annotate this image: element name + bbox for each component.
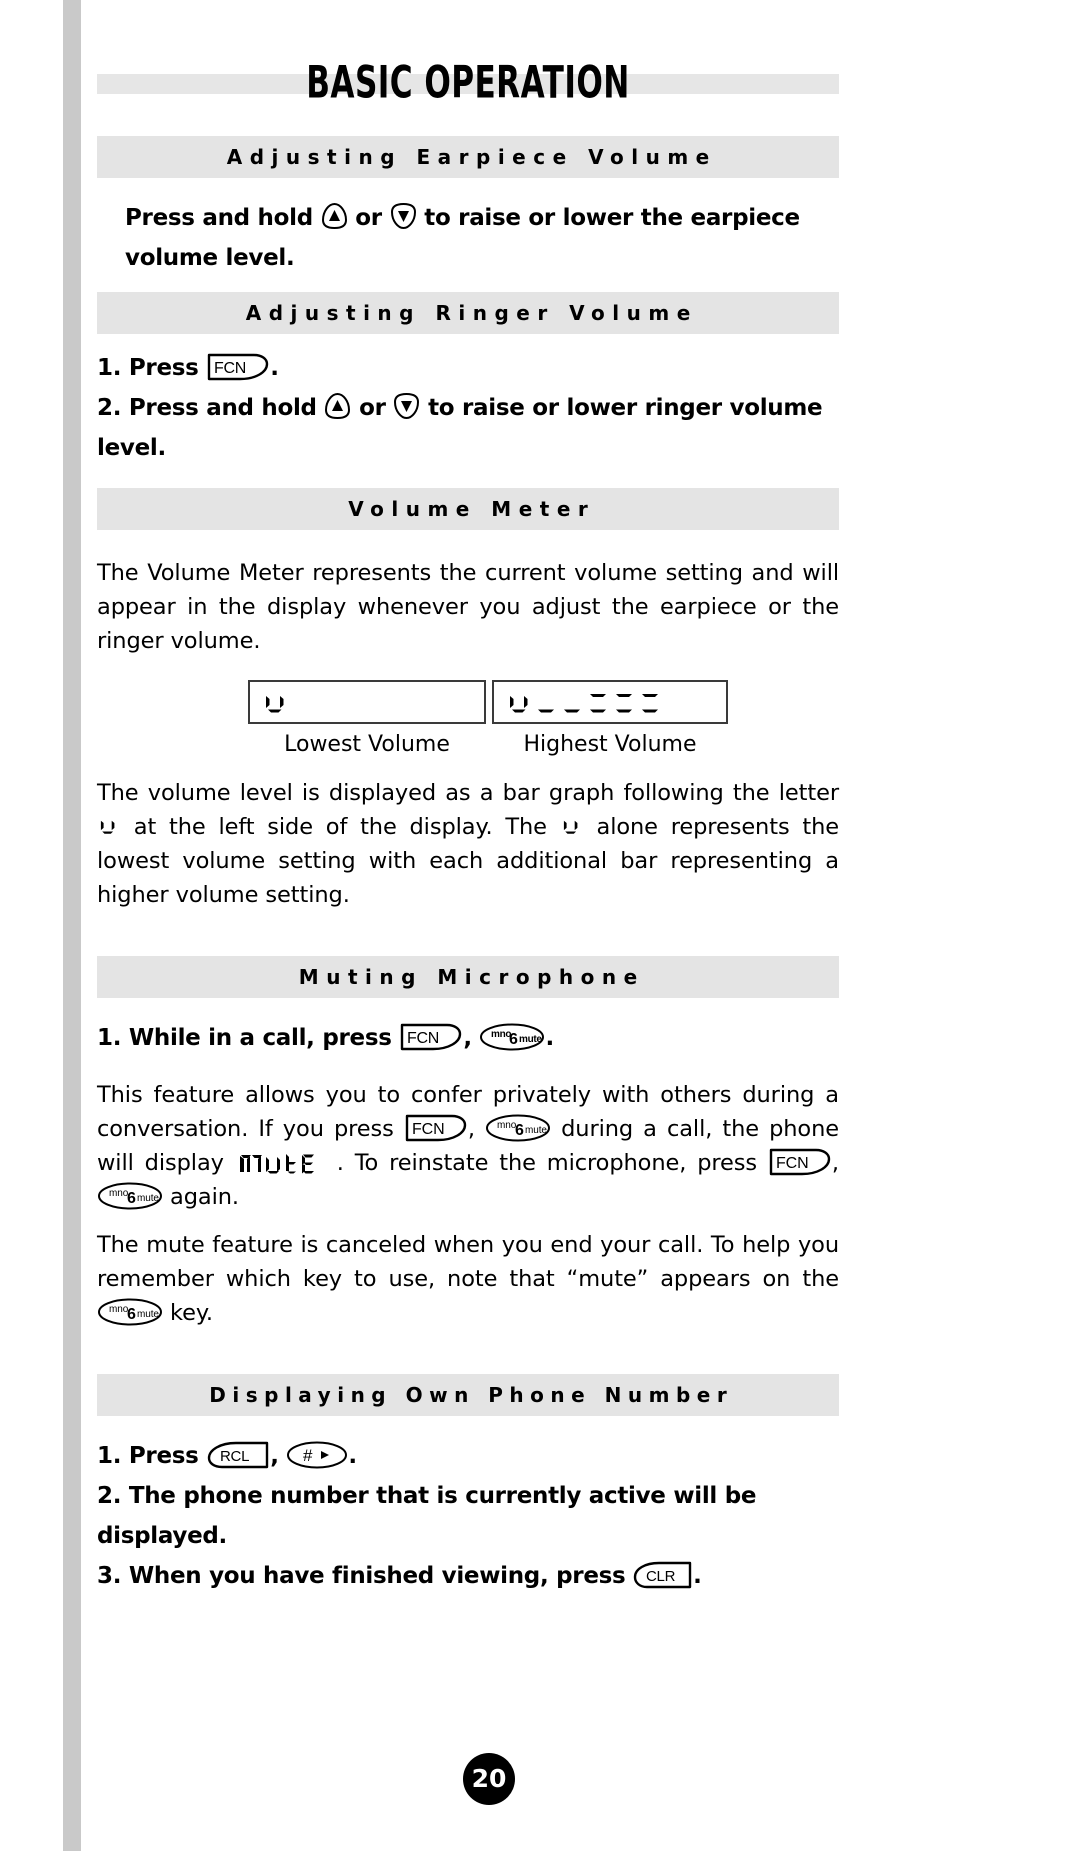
- clr-key-icon[interactable]: CLR: [633, 1560, 693, 1590]
- page-edge-shadow: [63, 0, 81, 1851]
- svg-text:mute: mute: [137, 1193, 159, 1204]
- pn-step1-text-1: 1. Press: [97, 1443, 207, 1469]
- ringer-step2-text-2: or: [351, 395, 394, 421]
- hash-key-icon[interactable]: #: [286, 1440, 348, 1470]
- page-title-block: BASIC OPERATION: [97, 56, 839, 110]
- pn-step3-text-2: .: [693, 1563, 702, 1589]
- earpiece-volume-instruction: Press and hold or to raise or lower the …: [97, 198, 811, 278]
- vm-p2-text-1: The volume level is displayed as a bar g…: [97, 780, 839, 806]
- mute-step1-text-3: .: [545, 1025, 554, 1051]
- lcd-display-lowest-volume: [248, 680, 486, 724]
- section-heading-adjusting-earpiece-volume: Adjusting Earpiece Volume: [97, 136, 839, 178]
- ringer-step1-period: .: [270, 355, 279, 381]
- svg-text:6: 6: [127, 1306, 136, 1323]
- caption-highest-volume: Highest Volume: [523, 732, 697, 757]
- page-title: BASIC OPERATION: [306, 56, 630, 108]
- lcd-content-lowest: [264, 691, 294, 713]
- page-number-badge: 20: [463, 1753, 515, 1805]
- lcd-letter-u-icon: [562, 818, 582, 836]
- svg-text:mute: mute: [519, 1034, 542, 1045]
- rcl-key-icon[interactable]: RCL: [206, 1440, 270, 1470]
- fcn-key-icon[interactable]: FCN: [399, 1022, 463, 1052]
- muting-paragraph-1: This feature allows you to confer privat…: [97, 1078, 839, 1214]
- volume-meter-paragraph-1: The Volume Meter represents the current …: [97, 560, 839, 654]
- pn-step1-text-3: .: [348, 1443, 357, 1469]
- svg-text:mno: mno: [497, 1120, 517, 1131]
- svg-text:FCN: FCN: [412, 1121, 445, 1138]
- pn-step1-text-2: ,: [270, 1443, 287, 1469]
- ringer-step1-text: 1. Press: [97, 355, 207, 381]
- ringer-step2-text-1: 2. Press and hold: [97, 395, 325, 421]
- page-content: BASIC OPERATION Adjusting Earpiece Volum…: [97, 0, 839, 1596]
- section-heading-muting-microphone: Muting Microphone: [97, 956, 839, 998]
- lcd-display-highest-volume: [492, 680, 728, 724]
- mute-p2-text-2: key.: [163, 1300, 213, 1326]
- phone-number-step-1: 1. Press RCL , # .: [97, 1436, 839, 1476]
- svg-text:6: 6: [127, 1190, 136, 1207]
- volume-down-key-icon[interactable]: [393, 392, 420, 420]
- svg-text:mno: mno: [109, 1304, 129, 1315]
- mute-step1-text-2: ,: [463, 1025, 480, 1051]
- mute-p1-text-5: ,: [831, 1150, 839, 1176]
- svg-text:CLR: CLR: [646, 1568, 676, 1585]
- page-sheet: BASIC OPERATION Adjusting Earpiece Volum…: [87, 0, 1080, 1851]
- mute-key-icon[interactable]: mno 6 mute: [479, 1022, 545, 1052]
- earpiece-text-1: Press and hold: [125, 205, 321, 231]
- pn-step3-text-1: 3. When you have finished viewing, press: [97, 1563, 634, 1589]
- phone-number-step-3: 3. When you have finished viewing, press…: [97, 1556, 839, 1596]
- mute-key-icon[interactable]: mno 6 mute: [97, 1181, 163, 1211]
- fcn-key-icon[interactable]: FCN: [404, 1113, 468, 1143]
- volume-down-key-icon[interactable]: [390, 202, 417, 230]
- lcd-letter-u-icon: [99, 818, 119, 836]
- svg-text:mno: mno: [109, 1188, 129, 1199]
- svg-text:mute: mute: [137, 1309, 159, 1320]
- mute-key-icon[interactable]: mno 6 mute: [485, 1113, 551, 1143]
- volume-up-key-icon[interactable]: [321, 202, 348, 230]
- fcn-key-label: FCN: [214, 360, 246, 377]
- muting-paragraph-2: The mute feature is canceled when you en…: [97, 1228, 839, 1330]
- mute-p1-text-4: . To reinstate the microphone, press: [336, 1150, 768, 1176]
- volume-meter-paragraph-2: The volume level is displayed as a bar g…: [97, 776, 839, 912]
- muting-step-1: 1. While in a call, press FCN , mno 6 mu…: [97, 1018, 839, 1058]
- page-margin-left: [0, 0, 63, 1851]
- earpiece-text-2: or: [347, 205, 390, 231]
- section-heading-adjusting-ringer-volume: Adjusting Ringer Volume: [97, 292, 839, 334]
- phone-number-step-2: 2. The phone number that is currently ac…: [97, 1483, 757, 1549]
- caption-lowest-volume: Lowest Volume: [284, 732, 450, 757]
- lcd-word-mute-icon: [238, 1152, 334, 1174]
- svg-text:#: #: [303, 1446, 313, 1465]
- mute-p2-text-1: The mute feature is canceled when you en…: [97, 1232, 839, 1292]
- volume-meter-figure: Lowest Volume Highest Volume: [97, 680, 839, 776]
- svg-text:6: 6: [515, 1122, 524, 1139]
- mute-key-icon[interactable]: mno 6 mute: [97, 1297, 163, 1327]
- ringer-step-1: 1. Press FCN .: [97, 348, 839, 388]
- fcn-key-icon[interactable]: FCN: [768, 1147, 832, 1177]
- svg-text:RCL: RCL: [220, 1448, 249, 1465]
- fcn-key-icon[interactable]: FCN: [206, 352, 270, 382]
- lcd-content-highest: [508, 689, 694, 715]
- mute-step1-text-1: 1. While in a call, press: [97, 1025, 400, 1051]
- svg-text:FCN: FCN: [407, 1030, 439, 1047]
- ringer-step-2: 2. Press and hold or to raise or lower r…: [97, 388, 839, 468]
- section-heading-volume-meter: Volume Meter: [97, 488, 839, 530]
- section-heading-displaying-own-phone-number: Displaying Own Phone Number: [97, 1374, 839, 1416]
- volume-up-key-icon[interactable]: [324, 392, 351, 420]
- svg-text:FCN: FCN: [776, 1155, 809, 1172]
- svg-text:6: 6: [509, 1031, 518, 1048]
- svg-text:mute: mute: [525, 1125, 547, 1136]
- vm-p2-text-2: at the left side of the display. The: [121, 814, 560, 840]
- mute-p1-text-2: ,: [467, 1116, 486, 1142]
- mute-p1-text-6: again.: [163, 1184, 239, 1210]
